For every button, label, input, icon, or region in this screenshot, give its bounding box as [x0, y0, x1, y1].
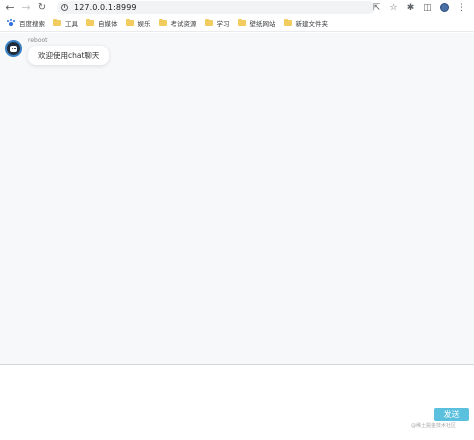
bookmark-label: 百度搜索 — [19, 20, 45, 28]
bookmarks-bar: 百度搜索 工具 自媒体 娱乐 考试资源 学习 壁纸网站 新建文件夹 — [0, 15, 474, 32]
site-info-icon[interactable]: i — [61, 4, 68, 11]
robot-icon — [10, 45, 17, 52]
folder-icon — [204, 19, 213, 26]
bookmark-folder-study[interactable]: 学习 — [204, 16, 230, 31]
bookmark-folder-exam[interactable]: 考试资源 — [158, 16, 197, 31]
menu-icon[interactable]: ⋮ — [453, 0, 470, 15]
back-button[interactable]: ← — [2, 0, 18, 15]
bookmark-label: 工具 — [65, 20, 78, 28]
folder-icon — [86, 19, 94, 26]
message-sender: reboot — [28, 37, 48, 44]
message-bubble: 欢迎使用chat聊天 — [28, 46, 110, 65]
bookmark-baidu[interactable]: 百度搜索 — [7, 16, 45, 31]
bookmark-label: 学习 — [216, 20, 230, 28]
profile-avatar[interactable] — [436, 0, 453, 15]
watermark-text: @稀土掘金技术社区 — [411, 423, 457, 429]
bookmark-folder-wallpaper[interactable]: 壁纸网站 — [237, 16, 276, 31]
address-url[interactable]: 127.0.0.1:8999 — [74, 3, 137, 12]
extensions-icon[interactable]: ✱ — [402, 0, 419, 15]
bookmark-folder-media[interactable]: 自媒体 — [86, 16, 118, 31]
star-icon[interactable]: ☆ — [385, 0, 402, 15]
bookmark-label: 壁纸网站 — [249, 20, 276, 28]
folder-icon — [53, 19, 61, 26]
reload-button[interactable]: ↻ — [34, 0, 50, 15]
send-button[interactable]: 发送 — [434, 408, 469, 421]
paw-icon — [7, 19, 15, 27]
message-input-area[interactable]: 发送 @稀土掘金技术社区 — [0, 366, 474, 440]
browser-toolbar: ← → ↻ i 127.0.0.1:8999 ⇱ ☆ ✱ ◫ ⋮ — [0, 0, 474, 15]
toolbar-actions: ⇱ ☆ ✱ ◫ ⋮ — [368, 0, 470, 15]
chat-message-area[interactable]: reboot 欢迎使用chat聊天 — [0, 33, 474, 365]
address-bar[interactable]: i 127.0.0.1:8999 — [57, 1, 375, 14]
side-panel-icon[interactable]: ◫ — [419, 0, 436, 15]
forward-button[interactable]: → — [18, 0, 34, 15]
bookmark-label: 娱乐 — [137, 20, 151, 28]
share-icon[interactable]: ⇱ — [368, 0, 385, 15]
profile-avatar-image — [440, 3, 449, 12]
bookmark-folder-new[interactable]: 新建文件夹 — [283, 16, 329, 31]
bookmark-label: 新建文件夹 — [295, 20, 329, 28]
folder-icon — [283, 19, 292, 26]
folder-icon — [237, 19, 246, 26]
folder-icon — [158, 19, 167, 26]
bookmark-label: 自媒体 — [98, 20, 118, 28]
bot-avatar — [5, 40, 22, 57]
bookmark-folder-tools[interactable]: 工具 — [53, 16, 78, 31]
bookmark-folder-entertainment[interactable]: 娱乐 — [125, 16, 151, 31]
bookmark-label: 考试资源 — [170, 20, 197, 28]
folder-icon — [125, 19, 134, 26]
